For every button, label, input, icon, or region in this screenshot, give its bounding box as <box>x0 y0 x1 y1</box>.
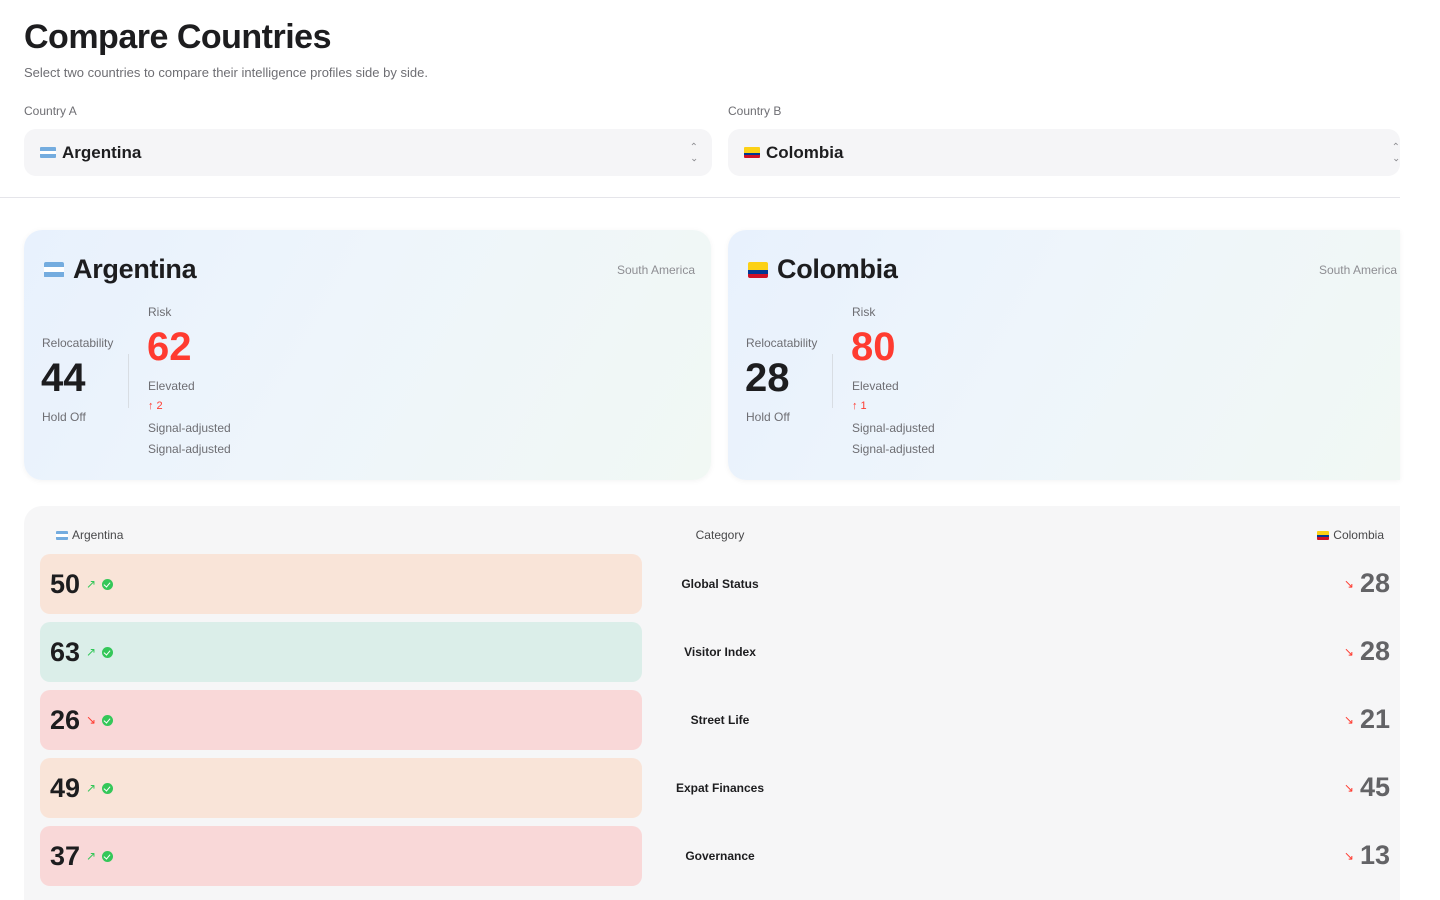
category-label: Visitor Index <box>684 645 756 659</box>
check-circle-icon <box>102 578 114 590</box>
card-country-name: Colombia <box>777 254 898 284</box>
category-column-header: Category <box>695 528 745 542</box>
argentina-flag-icon <box>40 147 56 158</box>
colombia-flag-icon <box>1317 530 1330 540</box>
right-score: 21 <box>1359 704 1390 734</box>
check-circle-icon <box>102 646 114 658</box>
metric-separator <box>832 354 833 408</box>
colombia-flag-icon <box>744 147 760 158</box>
category-label: Street Life <box>690 713 750 727</box>
relocatability-score: 44 <box>41 356 86 400</box>
card-country-name: Argentina <box>73 254 197 284</box>
category-label: Global Status <box>681 577 759 591</box>
divider <box>0 197 1400 198</box>
relocatability-status: Hold Off <box>746 410 790 424</box>
right-score: 45 <box>1359 772 1390 802</box>
right-score-cell: ↘ 21 <box>1344 704 1390 735</box>
card-header: Argentina <box>44 254 197 285</box>
signal-adjusted-note: Signal-adjusted <box>852 442 935 456</box>
country-b-label: Country B <box>728 104 782 118</box>
country-b-select[interactable]: Colombia ⌃ ⌃ <box>728 129 1400 176</box>
category-label: Expat Finances <box>675 781 765 795</box>
right-score: 28 <box>1359 636 1390 666</box>
metric-separator <box>128 354 129 408</box>
country-a-label: Country A <box>24 104 77 118</box>
arrow-up-right-icon: ↗ <box>86 577 97 591</box>
check-circle-icon <box>102 850 114 862</box>
score-row-governance: 37 ↗ <box>40 826 642 886</box>
country-b-value: Colombia <box>766 142 844 162</box>
right-score-cell: ↘ 13 <box>1344 840 1390 871</box>
risk-label: Risk <box>852 305 876 319</box>
relocatability-label: Relocatability <box>42 336 114 350</box>
arrow-up-right-icon: ↗ <box>86 781 97 795</box>
right-score-cell: ↘ 28 <box>1344 636 1390 667</box>
risk-status: Elevated <box>852 379 899 393</box>
left-score: 63 <box>50 636 81 667</box>
score-row-global-status: 50 ↗ <box>40 554 642 614</box>
left-score: 37 <box>50 840 81 871</box>
country-a-select[interactable]: Argentina ⌃ ⌃ <box>24 129 712 176</box>
score-row-street-life: 26 ↘ <box>40 690 642 750</box>
relocatability-label: Relocatability <box>746 336 818 350</box>
chevron-up-down-icon: ⌃ ⌃ <box>689 142 698 163</box>
country-card-argentina: Argentina South America Relocatability 4… <box>24 230 711 480</box>
relocatability-status: Hold Off <box>42 410 86 424</box>
card-region: South America <box>616 263 695 277</box>
risk-delta: ↑ 1 <box>852 400 867 412</box>
left-column-label: Argentina <box>72 528 124 542</box>
card-header: Colombia <box>748 254 898 285</box>
risk-delta: ↑ 2 <box>148 400 163 412</box>
score-row-expat-finances: 49 ↗ <box>40 758 642 818</box>
country-card-colombia: Colombia South America Relocatability 28… <box>728 230 1400 480</box>
arrow-down-right-icon: ↘ <box>1343 780 1354 795</box>
signal-adjusted-note: Signal-adjusted <box>852 421 935 435</box>
left-score: 49 <box>50 772 81 803</box>
page-subtitle: Select two countries to compare their in… <box>24 65 428 80</box>
argentina-flag-icon <box>44 261 64 278</box>
left-column-header: Argentina <box>56 528 123 542</box>
risk-score: 62 <box>147 325 192 369</box>
score-row-visitor-index: 63 ↗ <box>40 622 642 682</box>
check-circle-icon <box>102 782 114 794</box>
card-region: South America <box>1318 263 1397 277</box>
chevron-up-down-icon: ⌃ ⌃ <box>1391 142 1400 163</box>
arrow-down-right-icon: ↘ <box>1343 576 1354 591</box>
signal-adjusted-note: Signal-adjusted <box>148 442 231 456</box>
arrow-up-right-icon: ↗ <box>86 849 97 863</box>
right-score: 28 <box>1359 568 1390 598</box>
country-a-value: Argentina <box>62 142 142 162</box>
risk-score: 80 <box>851 325 896 369</box>
right-score-cell: ↘ 45 <box>1344 772 1390 803</box>
right-column-header: Colombia <box>1317 528 1384 542</box>
arrow-down-right-icon: ↘ <box>1343 644 1354 659</box>
left-score: 26 <box>50 704 81 735</box>
comparison-panel: Argentina Category Colombia 50 ↗ Global … <box>24 506 1400 900</box>
relocatability-score: 28 <box>745 356 790 400</box>
page-title: Compare Countries <box>24 18 332 56</box>
colombia-flag-icon <box>748 261 768 278</box>
arrow-down-right-icon: ↘ <box>1343 848 1354 863</box>
category-label: Governance <box>685 849 755 863</box>
right-score-cell: ↘ 28 <box>1344 568 1390 599</box>
check-circle-icon <box>102 714 114 726</box>
right-score: 13 <box>1359 840 1390 870</box>
risk-status: Elevated <box>148 379 195 393</box>
arrow-up-right-icon: ↗ <box>86 645 97 659</box>
arrow-down-right-icon: ↘ <box>86 713 97 727</box>
argentina-flag-icon <box>56 530 68 540</box>
left-score: 50 <box>50 568 81 599</box>
arrow-down-right-icon: ↘ <box>1343 712 1354 727</box>
risk-label: Risk <box>148 305 172 319</box>
signal-adjusted-note: Signal-adjusted <box>148 421 231 435</box>
right-column-label: Colombia <box>1333 528 1384 542</box>
